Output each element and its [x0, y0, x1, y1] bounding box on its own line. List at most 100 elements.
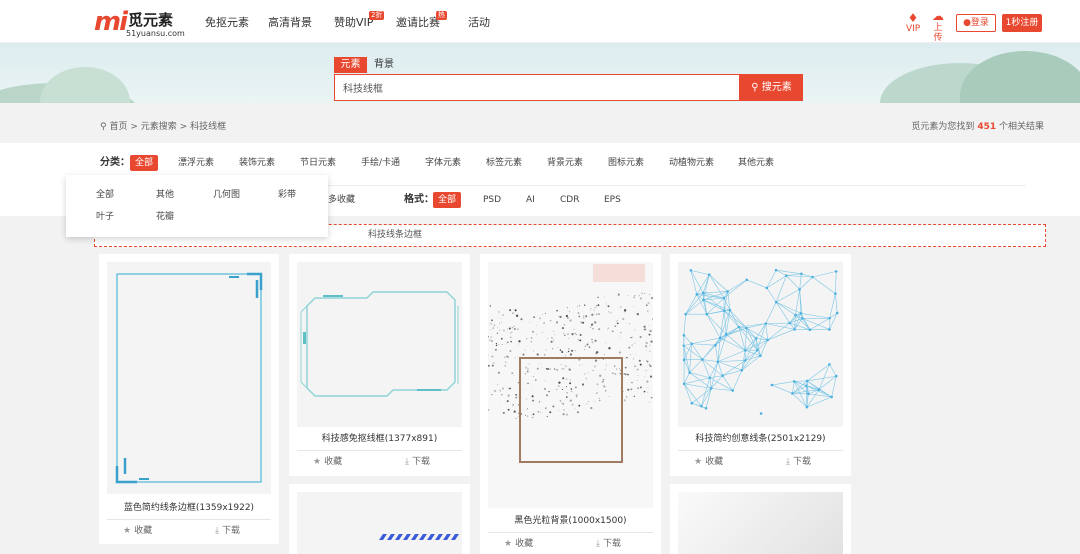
search-input[interactable] — [335, 75, 739, 100]
result-card[interactable]: 蓝色简约线条边框(1359x1922) ★ 收藏 ⤓ 下载 — [99, 254, 279, 544]
result-prefix: 觅元素为您找到 — [911, 122, 975, 132]
collect-button[interactable]: ★ 收藏 — [694, 456, 723, 468]
result-card[interactable]: 科技感免抠线框(1377x891) ★ 收藏 ⤓ 下载 — [289, 254, 470, 476]
category-all[interactable]: 全部 — [130, 155, 159, 171]
logo-domain: 51yuansu.com — [126, 29, 185, 38]
category-other[interactable]: 其他元素 — [738, 155, 774, 171]
star-icon: ★ — [313, 457, 322, 467]
upload-link[interactable]: ☁ 上传 — [932, 9, 944, 44]
search-button[interactable]: ⚲ 搜元素 — [740, 74, 803, 101]
category-label: 分类： — [100, 157, 130, 168]
dropdown-item-other[interactable]: 其他 — [156, 189, 174, 201]
format-ai[interactable]: AI — [526, 192, 535, 208]
card-thumbnail[interactable] — [678, 492, 843, 554]
cloud-upload-icon: ☁ — [932, 9, 944, 23]
user-icon: ● — [963, 18, 971, 28]
download-button[interactable]: ⤓ 下载 — [786, 456, 811, 468]
diamond-icon: ♦ — [907, 11, 919, 25]
search-tab-elements[interactable]: 元素 — [334, 57, 367, 73]
logo-name: 觅元素 — [128, 11, 174, 29]
result-card[interactable] — [670, 484, 851, 554]
related-tag[interactable]: 科技线条边框 — [368, 229, 422, 241]
nav-hd-backgrounds[interactable]: 高清背景 — [268, 16, 312, 29]
card-title[interactable]: 科技简约创意线条(2501x2129) — [670, 433, 851, 445]
category-font[interactable]: 字体元素 — [425, 155, 461, 171]
result-count: 觅元素为您找到 451 个相关结果 — [911, 121, 1044, 133]
format-cdr[interactable]: CDR — [560, 192, 579, 208]
category-background[interactable]: 背景元素 — [547, 155, 583, 171]
register-button[interactable]: 1秒注册 — [1002, 14, 1042, 32]
breadcrumb-sep: > — [130, 122, 138, 132]
category-handdrawn[interactable]: 手绘/卡通 — [361, 155, 400, 171]
nav-activities[interactable]: 活动 — [468, 16, 490, 29]
breadcrumb-current: 科技线框 — [190, 122, 227, 132]
download-icon: ⤓ — [215, 526, 219, 536]
result-card[interactable]: 黑色光粒背景(1000x1500) ★ 收藏 ⤓ 下载 — [480, 254, 661, 554]
card-thumbnail[interactable] — [297, 262, 462, 427]
card-title[interactable]: 蓝色简约线条边框(1359x1922) — [99, 502, 279, 514]
breadcrumb-home[interactable]: 首页 — [109, 122, 127, 132]
category-icon[interactable]: 图标元素 — [608, 155, 644, 171]
category-label-elements[interactable]: 标签元素 — [486, 155, 522, 171]
breadcrumb-search[interactable]: 元素搜索 — [141, 122, 177, 132]
download-button[interactable]: ⤓ 下载 — [405, 456, 430, 468]
format-eps[interactable]: EPS — [604, 192, 621, 208]
format-psd[interactable]: PSD — [483, 192, 501, 208]
stripe-pattern-image — [379, 534, 459, 540]
nav-sponsor-vip[interactable]: 赞助VIP — [334, 16, 373, 29]
star-icon: ★ — [694, 457, 703, 467]
collect-button[interactable]: ★ 收藏 — [313, 456, 342, 468]
nav-free-elements[interactable]: 免抠元素 — [205, 16, 249, 29]
upload-label: 上传 — [933, 23, 943, 43]
vip-link[interactable]: ♦ VIP — [906, 12, 920, 34]
card-thumbnail[interactable] — [107, 262, 271, 494]
format-all[interactable]: 全部 — [433, 192, 462, 208]
card-thumbnail[interactable] — [678, 262, 843, 427]
collect-label: 收藏 — [515, 539, 534, 549]
collect-button[interactable]: ★ 收藏 — [504, 538, 533, 550]
dropdown-item-all[interactable]: 全部 — [96, 189, 114, 201]
search-tab-backgrounds[interactable]: 背景 — [369, 57, 399, 73]
login-label: 登录 — [970, 18, 989, 28]
star-icon: ★ — [504, 539, 513, 549]
result-card[interactable] — [289, 484, 470, 554]
dropdown-item-petal[interactable]: 花瓣 — [156, 211, 174, 223]
login-button[interactable]: ●登录 — [956, 14, 996, 32]
card-title[interactable]: 黑色光粒背景(1000x1500) — [480, 515, 661, 527]
category-holiday[interactable]: 节日元素 — [300, 155, 336, 171]
download-label: 下载 — [792, 457, 811, 467]
card-thumbnail[interactable] — [488, 262, 653, 508]
collect-button[interactable]: ★ 收藏 — [123, 525, 152, 537]
sort-most-collected[interactable]: 多收藏 — [328, 192, 355, 208]
collect-label: 收藏 — [705, 457, 724, 467]
vip-corner-flag — [593, 264, 645, 282]
tech-frame-image — [300, 291, 459, 397]
dropdown-item-leaf[interactable]: 叶子 — [96, 211, 114, 223]
result-card[interactable]: 科技简约创意线条(2501x2129) ★ 收藏 ⤓ 下载 — [670, 254, 851, 476]
download-button[interactable]: ⤓ 下载 — [215, 525, 240, 537]
particle-square-image — [488, 292, 653, 463]
breadcrumb-sep: > — [179, 122, 188, 132]
search-button-label: 搜元素 — [761, 82, 792, 93]
category-decorative[interactable]: 装饰元素 — [239, 155, 275, 171]
site-logo[interactable]: mi 觅元素 51yuansu.com — [94, 8, 194, 38]
star-icon: ★ — [123, 526, 132, 536]
category-animal-plant[interactable]: 动植物元素 — [669, 155, 714, 171]
dropdown-item-ribbon[interactable]: 彩带 — [278, 189, 296, 201]
download-label: 下载 — [411, 457, 430, 467]
search-icon: ⚲ — [751, 82, 759, 93]
location-pin-icon: ⚲ — [100, 122, 107, 132]
collect-label: 收藏 — [324, 457, 343, 467]
collect-label: 收藏 — [134, 526, 153, 536]
hero-bottom-band — [0, 103, 1080, 116]
format-label: 格式： — [404, 194, 434, 205]
hot-badge: 热 — [436, 11, 447, 20]
result-number: 451 — [977, 122, 997, 132]
download-icon: ⤓ — [786, 457, 790, 467]
card-title[interactable]: 科技感免抠线框(1377x891) — [289, 433, 470, 445]
category-floating[interactable]: 漂浮元素 — [178, 155, 214, 171]
dropdown-item-geometric[interactable]: 几何图 — [213, 189, 240, 201]
download-button[interactable]: ⤓ 下载 — [596, 538, 621, 550]
card-thumbnail[interactable] — [297, 492, 462, 554]
nav-invite-contest[interactable]: 邀请比赛 — [396, 16, 440, 29]
